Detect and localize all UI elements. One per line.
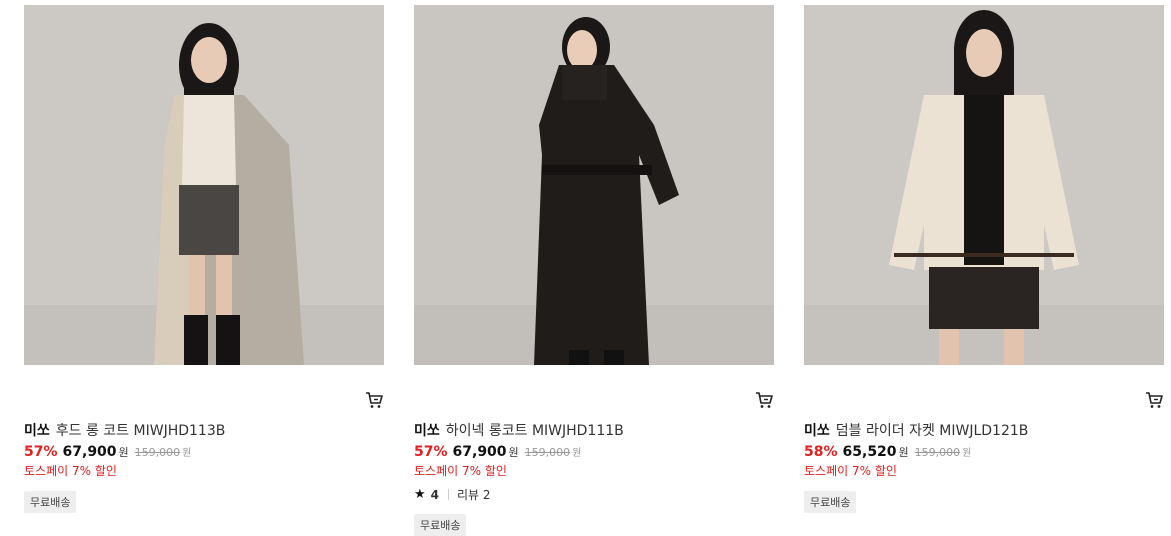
product-name[interactable]: 하이넥 롱코트 MIWJHD111B	[446, 423, 624, 439]
price-row: 57% 67,900 원 159,000 원	[414, 444, 581, 460]
sale-price: 65,520	[842, 444, 897, 460]
product-brand: 미쏘	[804, 423, 830, 439]
review-summary[interactable]: ★ 4 리뷰 2	[414, 486, 491, 503]
free-shipping-badge: 무료배송	[414, 514, 467, 536]
product-brand: 미쏘	[24, 423, 50, 439]
price-row: 58% 65,520 원 159,000 원	[804, 444, 971, 460]
discount-rate: 58%	[804, 444, 838, 460]
original-currency-unit: 원	[572, 448, 582, 459]
original-price: 159,000	[914, 446, 961, 459]
product-image[interactable]	[24, 5, 384, 365]
free-shipping-badge: 무료배송	[804, 491, 857, 513]
promo-text: 토스페이 7% 할인	[24, 464, 117, 478]
currency-unit: 원	[508, 446, 519, 459]
product-image[interactable]	[804, 5, 1164, 365]
original-currency-unit: 원	[962, 448, 972, 459]
promo-text: 토스페이 7% 할인	[804, 464, 897, 478]
review-count[interactable]: 리뷰 2	[457, 486, 491, 503]
currency-unit: 원	[898, 446, 909, 459]
promo-text: 토스페이 7% 할인	[414, 464, 507, 478]
original-currency-unit: 원	[182, 448, 192, 459]
price-row: 57% 67,900 원 159,000 원	[24, 444, 191, 460]
rating-value: 4	[430, 487, 440, 502]
discount-rate: 57%	[414, 444, 448, 460]
product-name[interactable]: 후드 롱 코트 MIWJHD113B	[56, 423, 226, 439]
sale-price: 67,900	[62, 444, 117, 460]
product-title[interactable]: 미쏘 후드 롱 코트 MIWJHD113B	[24, 420, 225, 440]
discount-rate: 57%	[24, 444, 58, 460]
original-price: 159,000	[524, 446, 571, 459]
divider	[448, 489, 450, 500]
product-image[interactable]	[414, 5, 774, 365]
product-brand: 미쏘	[414, 423, 440, 439]
product-card[interactable]: 미쏘 후드 롱 코트 MIWJHD113B 57% 67,900 원 159,000 원 …	[24, 5, 384, 513]
product-name[interactable]: 덤블 라이더 자켓 MIWJLD121B	[836, 423, 1029, 439]
cart-icon[interactable]	[364, 390, 384, 410]
product-card[interactable]: 미쏘 하이넥 롱코트 MIWJHD111B 57% 67,900 원 159,000 원 …	[414, 5, 774, 536]
cart-icon[interactable]	[1144, 390, 1164, 410]
currency-unit: 원	[118, 446, 129, 459]
cart-icon[interactable]	[754, 390, 774, 410]
free-shipping-badge: 무료배송	[24, 491, 77, 513]
product-title[interactable]: 미쏘 하이넥 롱코트 MIWJHD111B	[414, 420, 624, 440]
sale-price: 67,900	[452, 444, 507, 460]
star-icon: ★	[414, 487, 426, 502]
original-price: 159,000	[134, 446, 181, 459]
product-title[interactable]: 미쏘 덤블 라이더 자켓 MIWJLD121B	[804, 420, 1028, 440]
product-card[interactable]: 미쏘 덤블 라이더 자켓 MIWJLD121B 58% 65,520 원 159,000…	[804, 5, 1164, 513]
